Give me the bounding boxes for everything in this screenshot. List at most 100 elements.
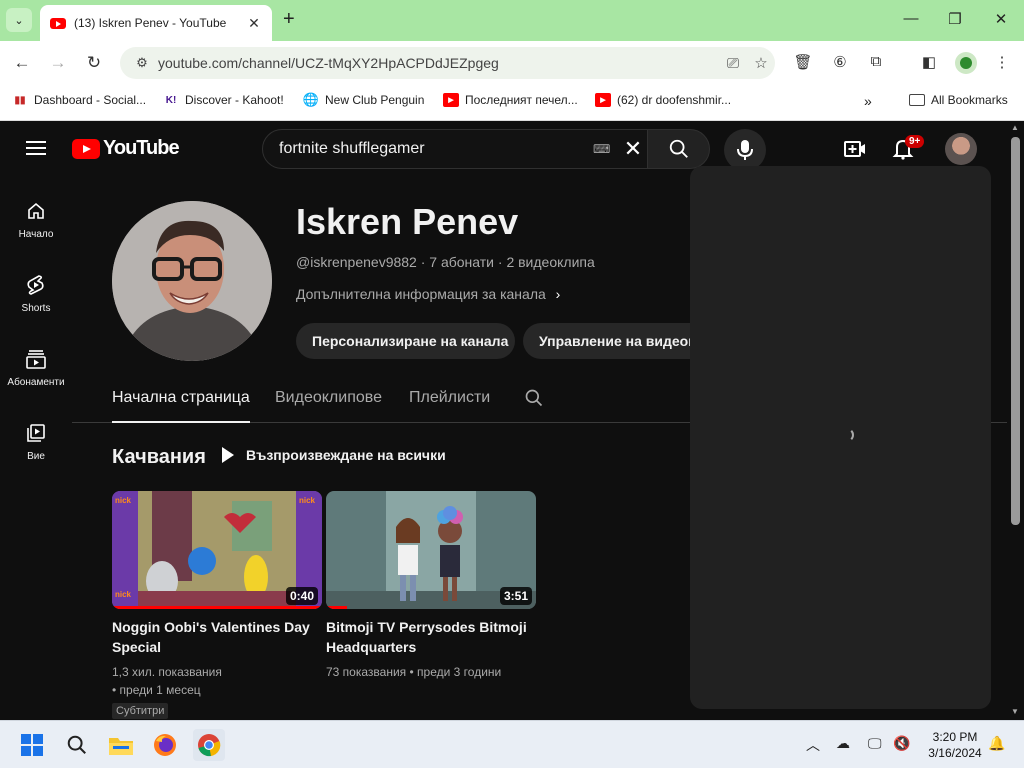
video-card[interactable]: nick nick nick 0:40 Noggin Oobi's Valent…: [112, 491, 322, 719]
site-info-icon[interactable]: ⚙: [130, 55, 154, 71]
window-close-button[interactable]: ✕: [986, 10, 1016, 28]
chrome-button[interactable]: [193, 729, 225, 761]
channel-more-info-link[interactable]: Допълнителна информация за канала ›: [296, 286, 560, 302]
bookmark-star-icon[interactable]: ☆: [747, 54, 775, 72]
customize-channel-button[interactable]: Персонализиране на канала: [296, 323, 515, 359]
chart-bars-icon: ▮▮: [12, 93, 28, 107]
create-button[interactable]: [843, 137, 867, 161]
scroll-down-icon[interactable]: ▼: [1011, 707, 1019, 716]
firefox-button[interactable]: [149, 729, 181, 761]
browser-menu-icon[interactable]: ⋮: [991, 53, 1013, 73]
file-explorer-button[interactable]: [105, 729, 137, 761]
notification-bell-icon[interactable]: 🔔: [988, 735, 1005, 752]
tab-search-button[interactable]: ⌄: [6, 8, 32, 32]
new-tab-button[interactable]: +: [283, 9, 295, 29]
guide-item-subscriptions[interactable]: Абонаменти: [0, 347, 72, 388]
browser-tab-youtube[interactable]: (13) Iskren Penev - YouTube ✕: [40, 5, 272, 41]
youtube-icon: ▶: [443, 93, 459, 107]
forward-button[interactable]: →: [47, 53, 69, 73]
extensions-puzzle-icon[interactable]: ⧉: [865, 53, 887, 73]
youtube-favicon-icon: [50, 17, 66, 29]
play-all-button[interactable]: Възпроизвеждане на всички: [222, 447, 446, 463]
youtube-play-icon: [72, 138, 100, 159]
video-meta: 1,3 хил. показвания • преди 1 месец: [112, 663, 322, 699]
scrollbar-thumb[interactable]: [1011, 137, 1020, 525]
bookmarks-overflow-icon[interactable]: »: [864, 93, 872, 109]
start-button[interactable]: [16, 729, 48, 761]
create-video-icon: [844, 141, 865, 157]
taskbar-search-button[interactable]: [61, 729, 93, 761]
network-icon[interactable]: 🖵: [868, 735, 882, 752]
tab-videos[interactable]: Видеоклипове: [275, 389, 382, 407]
volume-muted-icon[interactable]: 🔇: [893, 735, 910, 752]
bookmark-dashboard[interactable]: ▮▮ Dashboard - Social...: [12, 93, 146, 107]
extension-6-icon[interactable]: ⑥: [829, 53, 851, 73]
bookmark-youtube-1[interactable]: ▶ Последният печел...: [443, 93, 578, 107]
bookmark-label: Discover - Kahoot!: [185, 93, 284, 107]
clock-date: 3/16/2024: [928, 746, 982, 760]
guide-item-home[interactable]: Начало: [0, 199, 72, 240]
channel-name: Iskren Penev: [296, 201, 519, 242]
trash-extension-icon[interactable]: 🗑: [792, 53, 814, 73]
kahoot-icon: K!: [165, 94, 177, 106]
bookmark-club-penguin[interactable]: 🌐 New Club Penguin: [303, 92, 425, 107]
side-panel-icon[interactable]: ◧: [918, 53, 940, 73]
manage-videos-button[interactable]: Управление на видеоклипове: [523, 323, 690, 359]
browser-toolbar: ← → ↻ ⚙ youtube.com/channel/UCZ-tMqXY2Hp…: [0, 41, 1024, 85]
channel-search-icon[interactable]: [524, 388, 544, 413]
svg-text:nick: nick: [299, 496, 316, 505]
page-scrollbar[interactable]: ▲ ▼: [1007, 121, 1024, 720]
guide-label: Начало: [18, 229, 54, 240]
address-bar[interactable]: ⚙ youtube.com/channel/UCZ-tMqXY2HpACPDdJ…: [120, 47, 775, 79]
svg-text:nick: nick: [115, 590, 132, 599]
subscriptions-icon: [24, 347, 48, 371]
tab-title: (13) Iskren Penev - YouTube: [74, 16, 227, 30]
video-card[interactable]: 3:51 Bitmoji TV Perrysodes Bitmoji Headq…: [326, 491, 536, 681]
guide-item-shorts[interactable]: Shorts: [0, 273, 72, 314]
search-icon: [67, 735, 86, 754]
tab-home[interactable]: Начална страница: [112, 389, 250, 423]
video-meta: 73 показвания • преди 3 години: [326, 663, 536, 681]
install-app-icon[interactable]: ⎚: [719, 55, 747, 72]
video-views: 1,3 хил. показвания: [112, 665, 222, 679]
folder-icon: [909, 94, 925, 106]
guide-menu-icon[interactable]: [26, 141, 46, 155]
tab-playlists[interactable]: Плейлисти: [409, 389, 490, 407]
onedrive-icon[interactable]: ☁: [836, 735, 850, 752]
search-button[interactable]: [647, 129, 710, 169]
all-bookmarks-label: All Bookmarks: [931, 93, 1008, 107]
reload-button[interactable]: ↻: [83, 53, 105, 73]
clear-search-icon[interactable]: ✕: [619, 136, 647, 162]
taskbar-clock[interactable]: 3:20 PM 3/16/2024: [920, 729, 990, 761]
bookmark-youtube-2[interactable]: ▶ (62) dr doofenshmir...: [595, 93, 731, 107]
account-avatar[interactable]: [945, 133, 977, 165]
search-icon: [669, 139, 688, 158]
restore-button[interactable]: ❐: [940, 10, 970, 28]
video-title[interactable]: Bitmoji TV Perrysodes Bitmoji Headquarte…: [326, 617, 536, 657]
chevron-right-icon: ›: [555, 286, 561, 302]
voice-search-button[interactable]: [724, 129, 766, 171]
keyboard-icon[interactable]: ⌨: [593, 142, 613, 156]
youtube-icon: ▶: [595, 93, 611, 107]
notification-badge: 9+: [905, 135, 925, 148]
youtube-logo[interactable]: YouTube: [72, 137, 180, 160]
scroll-up-icon[interactable]: ▲: [1011, 123, 1019, 132]
shorts-icon: [24, 273, 48, 297]
guide-item-you[interactable]: Вие: [0, 421, 72, 462]
all-bookmarks-button[interactable]: All Bookmarks: [909, 93, 1008, 107]
profile-icon[interactable]: [955, 52, 977, 74]
video-thumbnail[interactable]: nick nick nick 0:40: [112, 491, 322, 609]
video-title[interactable]: Noggin Oobi's Valentines Day Special: [112, 617, 322, 657]
back-button[interactable]: ←: [11, 53, 33, 73]
tray-overflow-icon[interactable]: ︿: [806, 735, 820, 755]
channel-avatar[interactable]: [112, 201, 272, 361]
svg-text:nick: nick: [115, 496, 132, 505]
minimize-button[interactable]: —: [896, 10, 926, 27]
video-thumbnail[interactable]: 3:51: [326, 491, 536, 609]
video-duration: 0:40: [285, 587, 318, 605]
bookmark-kahoot[interactable]: K! Discover - Kahoot!: [163, 93, 284, 107]
tab-close-icon[interactable]: ✕: [246, 15, 262, 32]
shelf-title: Качвания: [112, 446, 206, 468]
search-input[interactable]: fortnite shufflegamer ⌨ ✕: [262, 129, 648, 169]
youtube-wordmark: YouTube: [103, 137, 180, 159]
